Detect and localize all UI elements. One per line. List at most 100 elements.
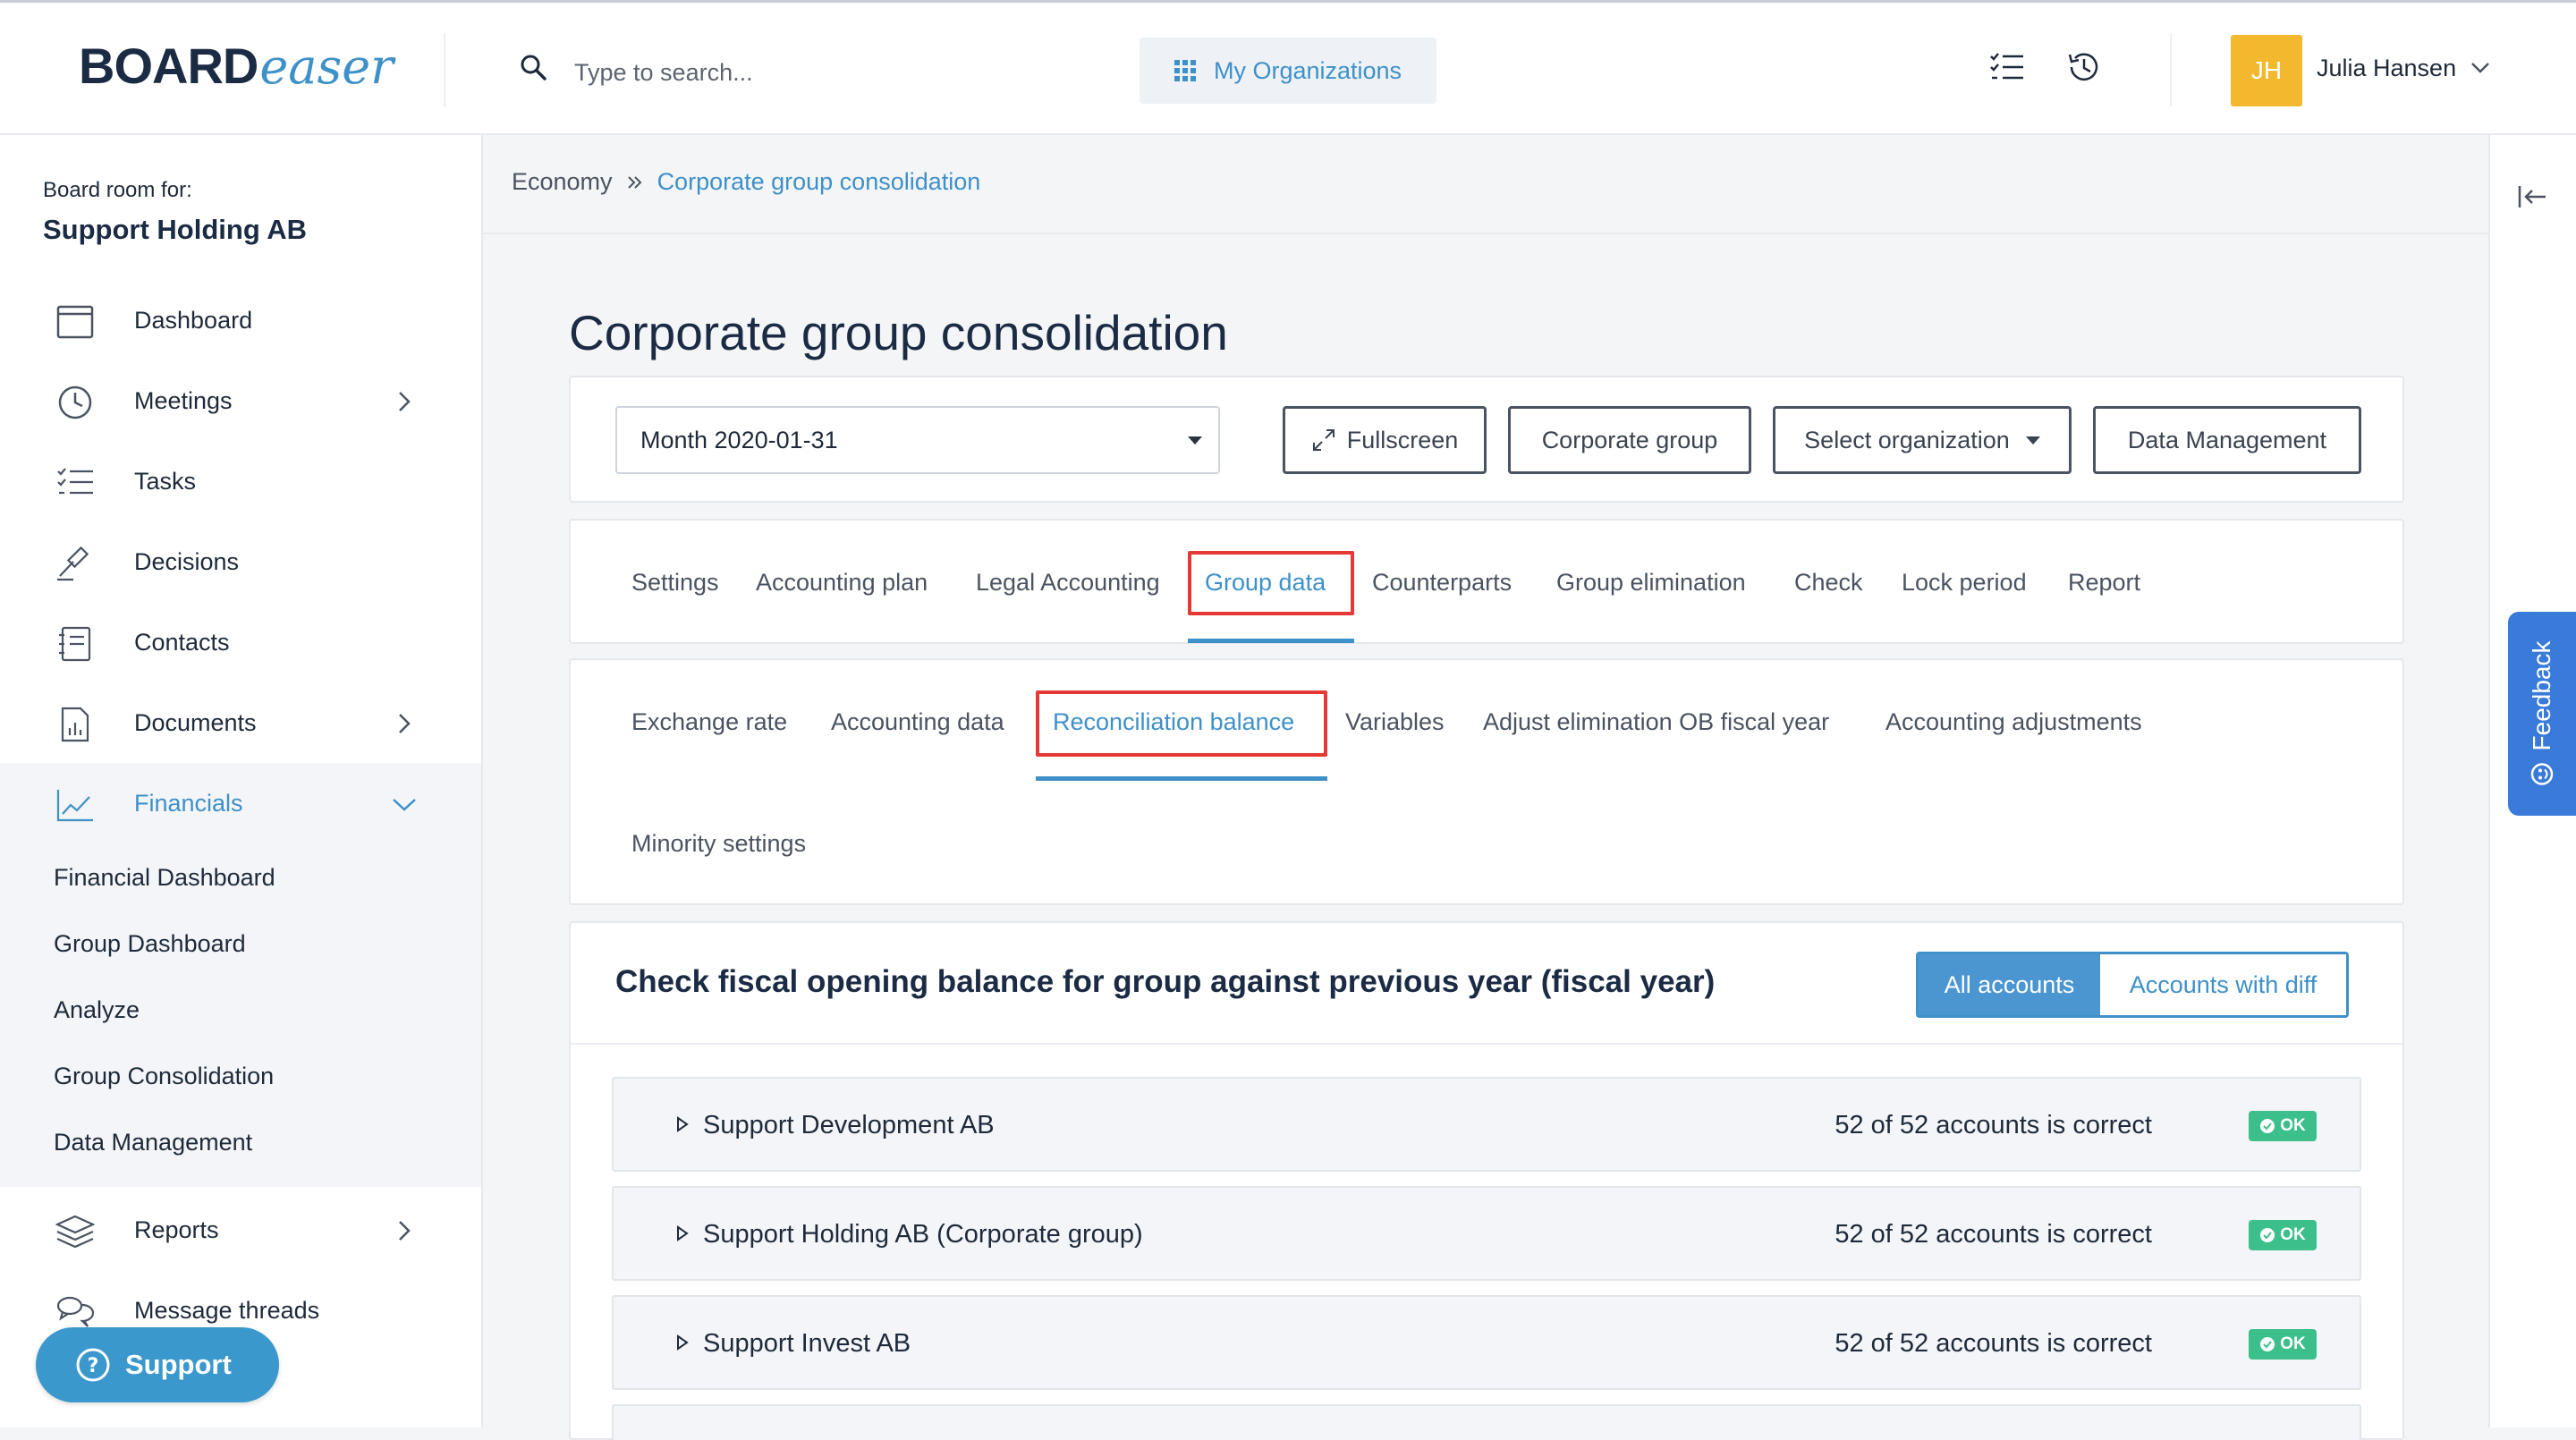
page-title: Corporate group consolidation <box>569 305 1228 360</box>
caret-right-icon[interactable] <box>676 1116 689 1132</box>
status-badge-label: OK <box>2280 1116 2306 1135</box>
sidebar-item-contacts[interactable]: Contacts <box>0 610 481 674</box>
search-input[interactable] <box>572 47 1109 97</box>
breadcrumb: Economy Corporate group consolidation <box>512 168 980 196</box>
feedback-label: Feedback <box>2528 640 2555 751</box>
user-name[interactable]: Julia Hansen <box>2317 55 2456 82</box>
account-name: Support Invest AB <box>703 1329 911 1358</box>
sidebar-subitem-group-dashboard[interactable]: Group Dashboard <box>54 930 246 958</box>
account-row[interactable]: Support Development AB 52 of 52 accounts… <box>612 1077 2361 1172</box>
my-organizations-label: My Organizations <box>1213 56 1402 84</box>
month-select-value: Month 2020-01-31 <box>640 426 838 453</box>
account-row[interactable]: Support Invest AB 52 of 52 accounts is c… <box>612 1295 2361 1390</box>
sub-tabs-card: Exchange rate Accounting data Reconcilia… <box>569 658 2404 905</box>
sidebar-item-tasks[interactable]: Tasks <box>0 449 481 513</box>
sidebar-item-financials[interactable]: Financials <box>0 771 481 835</box>
gavel-icon <box>55 546 95 581</box>
support-button[interactable]: ? Support <box>36 1327 279 1402</box>
tasks-checklist-icon[interactable] <box>1989 49 2025 85</box>
breadcrumb-current[interactable]: Corporate group consolidation <box>657 168 981 196</box>
search-icon[interactable] <box>519 53 547 81</box>
sidebar-item-dashboard[interactable]: Dashboard <box>0 288 481 352</box>
status-badge: OK <box>2249 1111 2317 1141</box>
grid-icon <box>1174 60 1196 81</box>
sidebar-item-label: Message threads <box>134 1296 320 1324</box>
tab-counterparts[interactable]: Counterparts <box>1372 569 1512 597</box>
header-divider <box>444 33 445 106</box>
tab-report[interactable]: Report <box>2068 569 2140 597</box>
tab-check[interactable]: Check <box>1794 569 1863 597</box>
expand-arrows-icon <box>1311 428 1336 453</box>
sidebar-subitem-group-consolidation[interactable]: Group Consolidation <box>54 1063 274 1090</box>
main-tabs-card: Settings Accounting plan Legal Accountin… <box>569 519 2404 644</box>
tab-exchange-rate[interactable]: Exchange rate <box>631 708 787 736</box>
account-status: 52 of 52 accounts is correct <box>1835 1329 2152 1358</box>
tab-settings[interactable]: Settings <box>631 569 719 597</box>
question-circle-icon: ? <box>75 1347 111 1383</box>
sidebar-subitem-data-management[interactable]: Data Management <box>54 1129 252 1156</box>
sidebar: Board room for: Support Holding AB Dashb… <box>0 135 483 1427</box>
chevron-right-icon <box>397 712 411 735</box>
account-name: Support Holding AB (Corporate group) <box>703 1220 1143 1249</box>
feedback-tab[interactable]: Feedback <box>2508 612 2576 816</box>
avatar[interactable]: JH <box>2231 35 2302 106</box>
chevron-right-icon <box>397 390 411 413</box>
fullscreen-button[interactable]: Fullscreen <box>1283 406 1487 474</box>
tab-accounting-adjustments[interactable]: Accounting adjustments <box>1885 708 2142 736</box>
data-management-label: Data Management <box>2127 426 2327 453</box>
active-tab-underline <box>1188 639 1354 643</box>
section-divider <box>571 1043 2402 1045</box>
caret-right-icon[interactable] <box>676 1334 689 1351</box>
check-circle-icon <box>2260 1228 2275 1242</box>
toolbar-card: Month 2020-01-31 Fullscreen Corporate gr… <box>569 376 2404 503</box>
history-icon[interactable] <box>2066 49 2102 85</box>
sidebar-subitem-financial-dashboard[interactable]: Financial Dashboard <box>54 864 275 892</box>
month-select[interactable]: Month 2020-01-31 <box>615 406 1220 474</box>
document-chart-icon <box>55 707 95 742</box>
collapse-panel-icon[interactable] <box>2517 183 2547 210</box>
check-circle-icon <box>2260 1119 2275 1133</box>
tab-legal-accounting[interactable]: Legal Accounting <box>976 569 1160 597</box>
data-management-button[interactable]: Data Management <box>2093 406 2361 474</box>
my-organizations-button[interactable]: My Organizations <box>1140 38 1436 104</box>
breadcrumb-parent[interactable]: Economy <box>512 168 613 196</box>
highlight-box <box>1036 690 1327 757</box>
account-status: 52 of 52 accounts is correct <box>1835 1111 2152 1139</box>
corporate-group-label: Corporate group <box>1541 426 1718 453</box>
status-badge: OK <box>2249 1220 2317 1250</box>
active-tab-underline <box>1036 776 1327 781</box>
select-organization-dropdown[interactable]: Select organization <box>1773 406 2072 474</box>
tab-variables[interactable]: Variables <box>1345 708 1445 736</box>
account-status: 52 of 52 accounts is correct <box>1835 1220 2152 1249</box>
tab-accounting-data[interactable]: Accounting data <box>831 708 1004 736</box>
logo-board-text: BOARD <box>79 38 258 94</box>
sidebar-item-meetings[interactable]: Meetings <box>0 368 481 433</box>
check-circle-icon <box>2260 1337 2275 1351</box>
tab-adjust-elimination-ob[interactable]: Adjust elimination OB fiscal year <box>1483 708 1829 736</box>
tab-accounting-plan[interactable]: Accounting plan <box>756 569 928 597</box>
svg-text:?: ? <box>88 1355 99 1377</box>
boardeaser-logo[interactable]: BOARD easer <box>79 37 394 99</box>
tab-group-elimination[interactable]: Group elimination <box>1556 569 1746 597</box>
sidebar-item-documents[interactable]: Documents <box>0 690 481 755</box>
sidebar-item-label: Documents <box>134 708 257 736</box>
caret-right-icon[interactable] <box>676 1225 689 1241</box>
sidebar-item-reports[interactable]: Reports <box>0 1198 481 1262</box>
account-row-partial[interactable] <box>612 1404 2361 1440</box>
sidebar-item-label: Decisions <box>134 547 240 575</box>
layers-icon <box>55 1214 95 1249</box>
tab-lock-period[interactable]: Lock period <box>1902 569 2027 597</box>
all-accounts-button[interactable]: All accounts <box>1919 954 2100 1015</box>
section-title: Check fiscal opening balance for group a… <box>615 964 1716 999</box>
highlight-box <box>1188 551 1354 615</box>
tab-minority-settings[interactable]: Minority settings <box>631 830 806 858</box>
sidebar-subitem-analyze[interactable]: Analyze <box>54 996 140 1024</box>
chevron-down-icon[interactable] <box>2470 62 2490 74</box>
account-row[interactable]: Support Holding AB (Corporate group) 52 … <box>612 1186 2361 1281</box>
board-name: Support Holding AB <box>43 214 308 245</box>
accounts-with-diff-button[interactable]: Accounts with diff <box>2100 954 2346 1015</box>
corporate-group-button[interactable]: Corporate group <box>1508 406 1751 474</box>
breadcrumb-divider <box>483 233 2488 234</box>
feedback-icon <box>2529 761 2555 786</box>
sidebar-item-decisions[interactable]: Decisions <box>0 529 481 594</box>
